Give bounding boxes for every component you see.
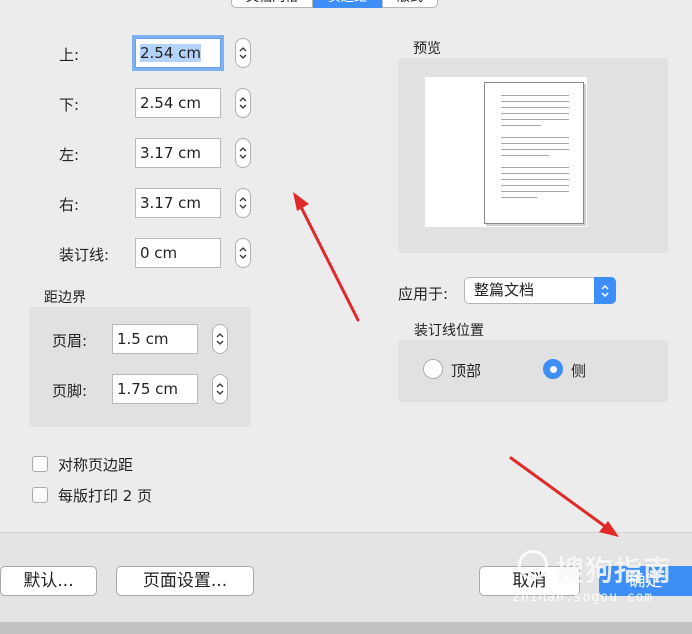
watermark-url: zhinan.sogou.com: [512, 590, 654, 605]
watermark-logo-icon: [518, 550, 548, 580]
arrow-annotation-icon: [293, 192, 360, 322]
arrow-annotation-icon: [509, 456, 619, 537]
watermark-text: 搜狗指南: [556, 554, 673, 587]
annotation-arrows: [293, 192, 619, 537]
